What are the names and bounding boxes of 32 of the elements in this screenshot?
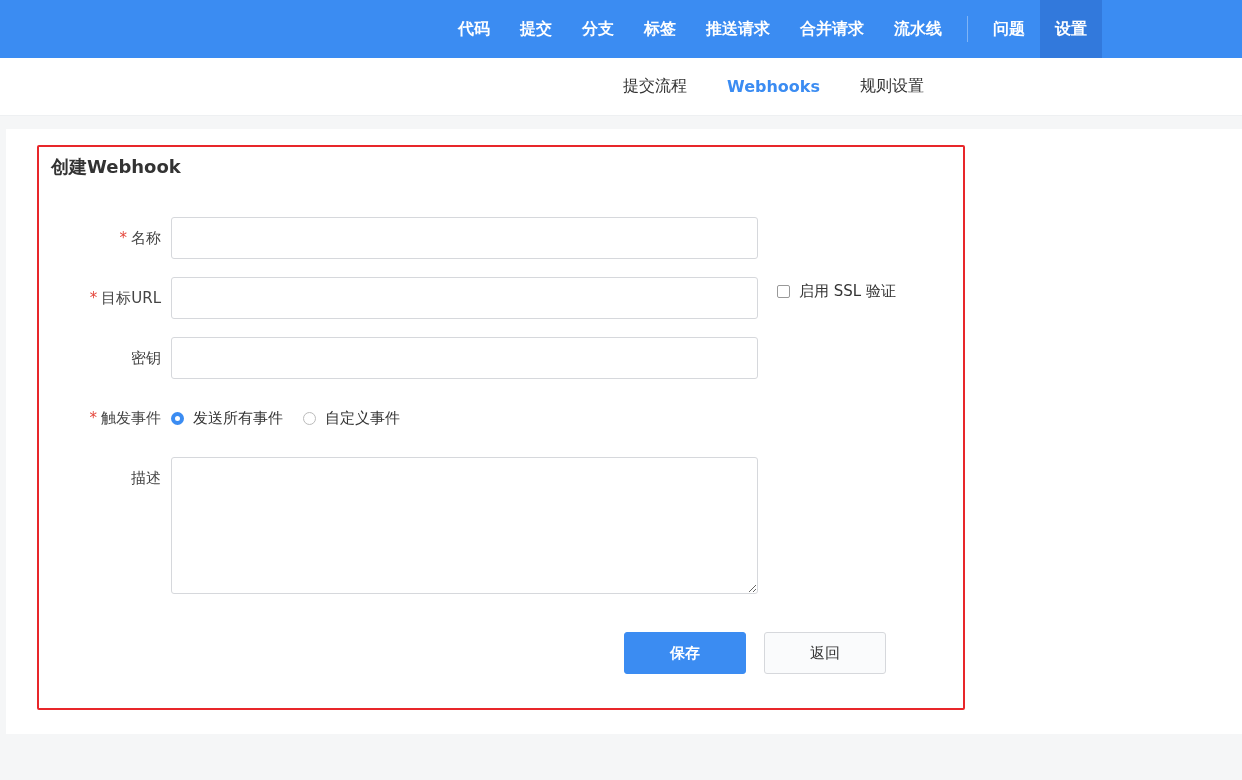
- field-label: 密钥: [131, 349, 161, 367]
- field-label: 触发事件: [101, 409, 161, 427]
- sub-nav-tab[interactable]: 规则设置: [860, 76, 924, 97]
- nav-tab[interactable]: 推送请求: [691, 0, 785, 58]
- save-button[interactable]: 保存: [624, 632, 746, 674]
- radio-label: 自定义事件: [325, 408, 400, 428]
- form-title: 创建Webhook: [51, 155, 182, 179]
- sub-nav-tab[interactable]: Webhooks: [727, 77, 820, 96]
- field-label: 描述: [131, 469, 161, 487]
- radio-button[interactable]: [171, 411, 184, 425]
- checkbox[interactable]: [777, 284, 790, 298]
- input-field[interactable]: [171, 277, 758, 319]
- input-field[interactable]: [171, 217, 758, 259]
- input-field[interactable]: [171, 337, 758, 379]
- radio-label: 发送所有事件: [193, 408, 283, 428]
- nav-tab[interactable]: 设置: [1040, 0, 1102, 58]
- nav-tab[interactable]: 问题: [978, 0, 1040, 58]
- required-mark: *: [89, 409, 97, 427]
- nav-tab[interactable]: 代码: [443, 0, 505, 58]
- text-area[interactable]: [171, 457, 758, 594]
- nav-tab[interactable]: 标签: [629, 0, 691, 58]
- nav-tab[interactable]: 合并请求: [785, 0, 879, 58]
- sub-nav-tab[interactable]: 提交流程: [623, 76, 688, 97]
- back-button[interactable]: 返回: [764, 632, 886, 674]
- field-label: 目标URL: [101, 289, 161, 307]
- checkbox-label: 启用 SSL 验证: [799, 281, 896, 301]
- nav-tab[interactable]: 提交: [505, 0, 567, 58]
- required-mark: *: [119, 229, 127, 247]
- field-label: 名称: [131, 229, 161, 247]
- required-mark: *: [89, 289, 98, 307]
- nav-tab[interactable]: 分支: [567, 0, 629, 58]
- nav-tab[interactable]: 流水线: [879, 0, 957, 58]
